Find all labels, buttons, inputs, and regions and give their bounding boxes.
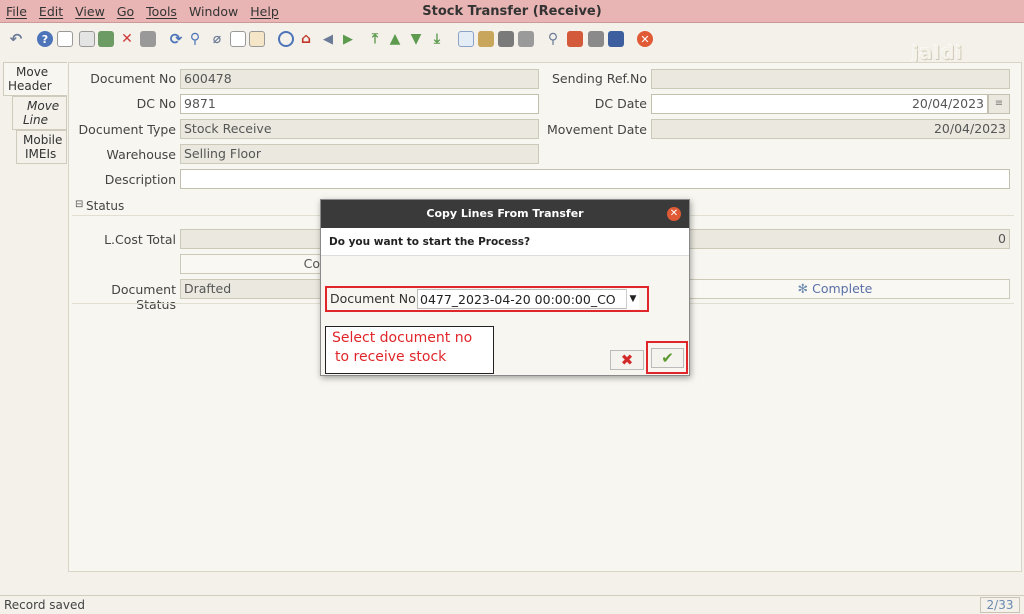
home-icon[interactable]: ⌂ bbox=[298, 31, 314, 47]
dc-no-label: DC No bbox=[136, 96, 176, 111]
print-icon[interactable] bbox=[518, 31, 534, 47]
status-message: Record saved bbox=[4, 598, 85, 612]
tab-move-header[interactable]: Move Header bbox=[3, 62, 67, 96]
document-type-label: Document Type bbox=[78, 122, 176, 137]
save-icon[interactable] bbox=[98, 31, 114, 47]
cancel-button[interactable]: ✖ bbox=[610, 350, 644, 370]
description-label: Description bbox=[104, 172, 176, 187]
parent-record-icon[interactable]: ◀ bbox=[320, 31, 336, 47]
instruction-annotation: Select document no to receive stock bbox=[325, 326, 494, 374]
gear-icon: ✻ bbox=[797, 281, 809, 296]
document-type-field[interactable]: Stock Receive bbox=[180, 119, 539, 139]
dropdown-arrow-icon[interactable]: ▼ bbox=[626, 289, 639, 309]
complete-button[interactable]: ✻ Complete bbox=[660, 279, 1010, 299]
delete-icon[interactable]: ✕ bbox=[119, 31, 135, 47]
toolbar: ↶ ? ✕ ⟳ ⚲ ⌀ ⌂ ◀ ▶ ⤒ ▲ ▼ ⤓ ⚲ ✕ bbox=[0, 24, 1024, 58]
dialog-close-icon[interactable]: ✕ bbox=[667, 207, 681, 221]
document-no-field[interactable]: 600478 bbox=[180, 69, 539, 89]
new-record-icon[interactable] bbox=[57, 31, 73, 47]
l-cost-total-label: L.Cost Total bbox=[104, 232, 176, 247]
title-bar: File Edit View Go Tools Window Help Stoc… bbox=[0, 0, 1024, 23]
tab-label: Move bbox=[16, 65, 49, 79]
history-icon[interactable] bbox=[278, 31, 294, 47]
workflow-icon[interactable] bbox=[567, 31, 583, 47]
copy-lines-dialog: Copy Lines From Transfer ✕ Do you want t… bbox=[320, 199, 690, 376]
annotation-line-2: to receive stock bbox=[335, 349, 447, 365]
first-record-icon[interactable]: ⤒ bbox=[367, 31, 383, 47]
help-icon[interactable]: ? bbox=[37, 31, 53, 47]
tab-label: Line bbox=[23, 113, 49, 127]
print-preview-icon[interactable] bbox=[498, 31, 514, 47]
tab-label: Mobile bbox=[23, 133, 63, 147]
ok-check-icon: ✔ bbox=[661, 349, 674, 367]
chat-icon[interactable] bbox=[230, 31, 246, 47]
movement-date-field[interactable]: 20/04/2023 bbox=[651, 119, 1010, 139]
refresh-icon[interactable]: ⟳ bbox=[168, 30, 184, 48]
dc-date-field[interactable]: 20/04/2023 bbox=[651, 94, 988, 114]
description-field[interactable] bbox=[180, 169, 1010, 189]
jaldi-watermark: jaldi bbox=[912, 42, 963, 64]
zoom-across-icon[interactable]: ⚲ bbox=[545, 31, 561, 47]
sending-ref-no-label: Sending Ref.No bbox=[551, 71, 647, 86]
detail-record-icon[interactable]: ▶ bbox=[340, 31, 356, 47]
status-bar: Record saved 2/33 bbox=[0, 595, 1024, 614]
tab-label: IMEIs bbox=[25, 147, 57, 161]
dialog-title: Copy Lines From Transfer bbox=[321, 200, 689, 228]
previous-record-icon[interactable]: ▲ bbox=[387, 31, 403, 47]
tab-mobile-imeis[interactable]: Mobile IMEIs bbox=[16, 130, 67, 164]
process-icon[interactable] bbox=[588, 31, 604, 47]
sending-ref-no-field[interactable] bbox=[651, 69, 1010, 89]
report-icon[interactable] bbox=[458, 31, 474, 47]
warehouse-label: Warehouse bbox=[106, 147, 176, 162]
delete-selection-icon[interactable] bbox=[140, 31, 156, 47]
complete-label: Complete bbox=[812, 281, 873, 296]
document-no-combobox[interactable]: 0477_2023-04-20 00:00:00_CO bbox=[417, 289, 637, 309]
annotation-line-1: Select document no bbox=[332, 330, 473, 346]
window-title: Stock Transfer (Receive) bbox=[422, 4, 602, 19]
document-status-field[interactable]: Drafted bbox=[180, 279, 325, 299]
attachment-icon[interactable]: ⌀ bbox=[209, 31, 225, 47]
cancel-icon: ✖ bbox=[620, 351, 634, 369]
dc-no-field[interactable]: 9871 bbox=[180, 94, 539, 114]
dc-date-label: DC Date bbox=[594, 96, 647, 111]
undo-icon[interactable]: ↶ bbox=[8, 30, 24, 48]
ok-button[interactable]: ✔ bbox=[651, 348, 684, 368]
tab-label: Move bbox=[27, 99, 60, 113]
tab-move-line[interactable]: Move Line bbox=[12, 96, 67, 130]
document-no-label: Document No bbox=[90, 71, 176, 86]
movement-date-label: Movement Date bbox=[546, 122, 647, 137]
warehouse-field[interactable]: Selling Floor bbox=[180, 144, 539, 164]
archive-icon[interactable] bbox=[478, 31, 494, 47]
product-info-icon[interactable] bbox=[608, 31, 624, 47]
grid-toggle-icon[interactable] bbox=[249, 31, 265, 47]
collapse-icon: ⊟ bbox=[75, 199, 84, 210]
document-status-label: Document Status bbox=[111, 282, 176, 312]
find-icon[interactable]: ⚲ bbox=[187, 31, 203, 47]
document-no-value: 0477_2023-04-20 00:00:00_CO bbox=[420, 292, 616, 307]
copy-lines-label: Co bbox=[303, 256, 320, 271]
tab-label: Header bbox=[8, 79, 52, 93]
last-record-icon[interactable]: ⤓ bbox=[429, 31, 445, 47]
next-record-icon[interactable]: ▼ bbox=[408, 31, 424, 47]
dialog-doc-label: Document No bbox=[330, 291, 416, 306]
record-counter[interactable]: 2/33 bbox=[980, 597, 1020, 613]
status-section-label: Status bbox=[86, 199, 125, 213]
copy-lines-button[interactable]: Co bbox=[180, 254, 325, 274]
close-window-icon[interactable]: ✕ bbox=[637, 31, 653, 47]
dialog-question: Do you want to start the Process? bbox=[321, 228, 689, 256]
copy-record-icon[interactable] bbox=[79, 31, 95, 47]
calendar-icon[interactable]: ≡ bbox=[988, 94, 1010, 114]
